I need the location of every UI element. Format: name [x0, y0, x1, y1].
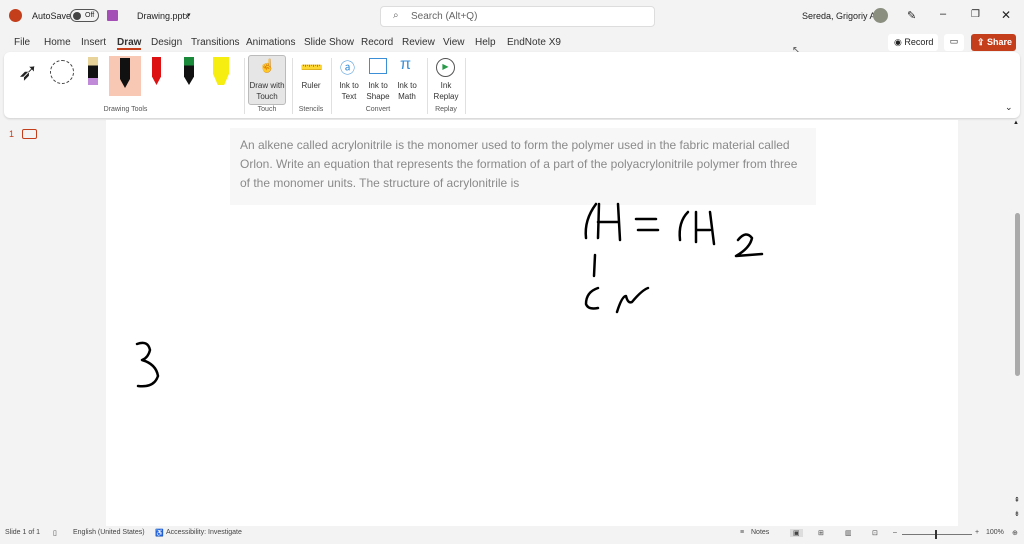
record-label: Record [904, 37, 934, 47]
filename-chevron-icon[interactable]: ▾ [187, 11, 191, 19]
group-replay: Replay [435, 106, 457, 113]
black-pen-selected[interactable] [109, 56, 141, 96]
ink-equals [634, 217, 660, 232]
tab-file[interactable]: File [14, 37, 30, 48]
draw-with-touch-label: Draw with Touch [249, 81, 285, 101]
spellcheck-icon[interactable]: ▯ [53, 529, 57, 537]
record-button[interactable]: ◉ Record [888, 34, 938, 51]
comments-button[interactable]: ▭ [944, 34, 964, 51]
share-button[interactable]: ⇪ Share [971, 34, 1016, 51]
group-drawing-tools: Drawing Tools [103, 106, 148, 113]
language[interactable]: English (United States) [73, 529, 145, 536]
slide-count: Slide 1 of 1 [5, 529, 41, 536]
avatar[interactable] [873, 8, 888, 23]
ink-N [615, 286, 650, 314]
tab-home[interactable]: Home [44, 37, 71, 48]
zoom-in-icon[interactable]: + [975, 529, 979, 536]
zoom-level[interactable]: 100% [986, 529, 1004, 536]
title-bar: AutoSave Off Drawing.pptx ▾ ⌕ Search (Alt… [0, 0, 1024, 32]
share-label: Share [987, 37, 1013, 47]
ink-to-text-label[interactable]: Ink to Text [334, 80, 364, 102]
tab-animations[interactable]: Animations [246, 37, 295, 48]
zoom-slider[interactable] [902, 530, 972, 539]
ink-2 [734, 233, 764, 258]
thumbnail-number: 1 [9, 129, 15, 139]
ink-to-shape-label[interactable]: Ink to Shape [364, 80, 392, 102]
ink-H [596, 202, 622, 242]
normal-view-icon[interactable]: ▣ [790, 529, 803, 537]
vertical-scrollbar[interactable] [1015, 213, 1020, 376]
prev-slide-icon[interactable]: ⇞ [1014, 496, 1020, 504]
tab-slide-show[interactable]: Slide Show [304, 37, 354, 48]
ink-replay-icon[interactable]: ▶ [436, 58, 455, 77]
ink-to-shape-icon[interactable] [369, 58, 387, 74]
select-tool-icon[interactable]: ➶ [18, 58, 38, 87]
restore-icon[interactable]: ❐ [971, 9, 980, 20]
notes-icon: ≡ [740, 529, 745, 536]
ruler-label[interactable]: Ruler [296, 80, 326, 91]
ink-H2 [694, 210, 716, 246]
search-placeholder: Search (Alt+Q) [411, 11, 478, 22]
lasso-tool-icon[interactable] [50, 60, 74, 84]
accessibility-status[interactable]: Accessibility: Investigate [166, 529, 242, 536]
fit-to-window-icon[interactable]: ⊕ [1012, 529, 1018, 537]
tab-endnote[interactable]: EndNote X9 [507, 37, 561, 48]
tab-view[interactable]: View [443, 37, 465, 48]
close-icon[interactable]: ✕ [1001, 8, 1011, 22]
ink-C2 [678, 210, 690, 242]
handwritten-ink [135, 202, 764, 388]
eraser-icon[interactable] [88, 57, 98, 85]
ink-C [584, 202, 598, 240]
minimize-icon[interactable]: – [940, 8, 946, 20]
notes-button[interactable]: Notes [751, 529, 769, 536]
ink-bond [592, 253, 597, 278]
group-touch: Touch [257, 106, 277, 113]
slideshow-icon[interactable]: ⊡ [872, 529, 878, 537]
autosave-toggle[interactable]: Off [70, 9, 99, 22]
scroll-up-icon[interactable]: ▲ [1013, 120, 1019, 126]
autosave-state: Off [85, 12, 95, 19]
tab-insert[interactable]: Insert [81, 37, 106, 48]
touch-hand-icon: ☝ [259, 58, 276, 73]
search-icon: ⌕ [393, 10, 399, 21]
ink-to-text-icon[interactable]: ⓐ [340, 57, 355, 78]
group-convert: Convert [365, 106, 391, 113]
ink-to-math-label[interactable]: Ink to Math [392, 80, 422, 102]
collapse-ribbon-icon[interactable]: ⌄ [1005, 102, 1013, 113]
tab-transitions[interactable]: Transitions [191, 37, 240, 48]
search-input[interactable]: ⌕ Search (Alt+Q) [380, 6, 655, 27]
ink-replay-label[interactable]: Ink Replay [430, 80, 462, 102]
ink-3 [135, 341, 160, 388]
tab-draw[interactable]: Draw [117, 37, 142, 50]
tab-design[interactable]: Design [151, 37, 182, 48]
zoom-out-icon[interactable]: – [893, 529, 897, 536]
reading-view-icon[interactable]: ▥ [845, 529, 852, 537]
ink-C3 [584, 286, 600, 310]
slide-sorter-icon[interactable]: ⊞ [818, 529, 824, 537]
tab-record[interactable]: Record [361, 37, 393, 48]
slide-thumbnail[interactable] [22, 129, 37, 139]
group-stencils: Stencils [298, 106, 324, 113]
filename[interactable]: Drawing.pptx [137, 11, 190, 21]
tab-review[interactable]: Review [402, 37, 435, 48]
accessibility-icon: ♿ [155, 530, 164, 537]
ink-to-math-icon[interactable]: π [400, 56, 411, 74]
powerpoint-logo-icon [9, 9, 22, 22]
user-name[interactable]: Sereda, Grigoriy A [802, 11, 876, 21]
next-slide-icon[interactable]: ⇟ [1014, 510, 1020, 518]
pen-icon[interactable]: ✎ [907, 9, 916, 22]
status-bar: Slide 1 of 1 ▯ English (United States) ♿… [0, 529, 1024, 544]
autosave-label: AutoSave [32, 11, 72, 21]
tab-help[interactable]: Help [475, 37, 496, 48]
save-icon[interactable] [107, 10, 118, 21]
